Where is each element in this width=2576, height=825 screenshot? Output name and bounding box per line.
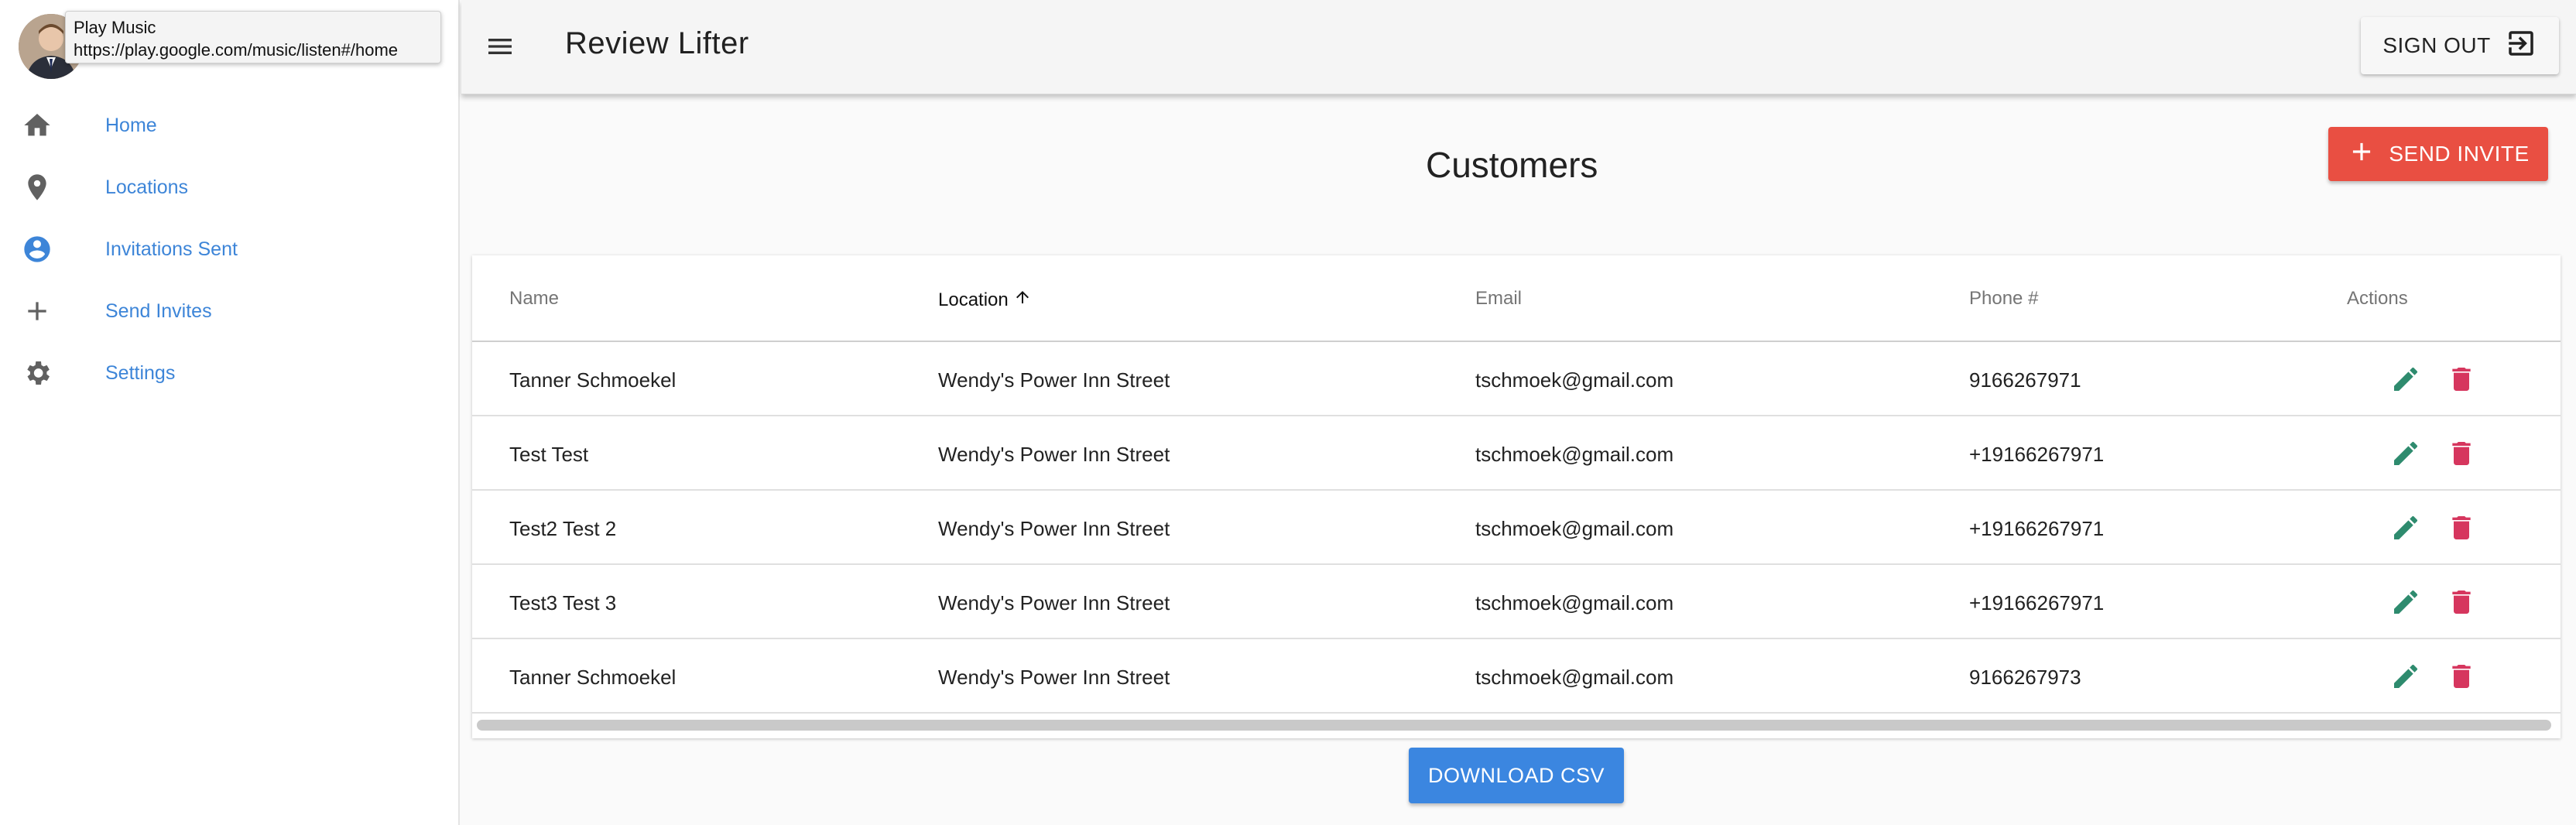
tooltip-url: https://play.google.com/music/listen#/ho… <box>74 40 399 60</box>
cell-phone: +19166267971 <box>1969 517 2105 540</box>
table-row: Tanner Schmoekel Wendy's Power Inn Stree… <box>472 342 2561 416</box>
table-header: Name Location Email Phone # Actions <box>472 255 2561 342</box>
send-invite-label: SEND INVITE <box>2389 142 2530 166</box>
horizontal-scrollbar[interactable] <box>477 720 2551 731</box>
sidebar-item-label: Settings <box>105 361 176 384</box>
arrow-up-icon <box>1013 288 1032 312</box>
customers-table: Name Location Email Phone # Actions Tann… <box>472 255 2561 738</box>
tooltip-title: Play Music <box>74 18 156 37</box>
sidebar-item-invitations-sent[interactable]: Invitations Sent <box>0 218 460 280</box>
sidebar-item-label: Send Invites <box>105 300 212 322</box>
send-invite-button[interactable]: SEND INVITE <box>2328 127 2548 181</box>
delete-icon[interactable] <box>2443 584 2480 621</box>
cell-email: tschmoek@gmail.com <box>1475 443 1674 466</box>
cell-location: Wendy's Power Inn Street <box>938 443 1170 466</box>
browser-tooltip: Play Music https://play.google.com/music… <box>65 11 441 63</box>
sidebar-item-label: Invitations Sent <box>105 238 238 260</box>
cell-email: tschmoek@gmail.com <box>1475 517 1674 540</box>
sidebar-item-label: Locations <box>105 176 189 198</box>
download-csv-button[interactable]: DOWNLOAD CSV <box>1409 748 1624 803</box>
delete-icon[interactable] <box>2443 435 2480 472</box>
app-bar: Review Lifter SIGN OUT <box>461 0 2576 94</box>
sidebar-nav: Home Locations Invitations Sent Send Inv… <box>0 94 460 404</box>
plus-icon <box>2347 137 2376 172</box>
cell-phone: +19166267971 <box>1969 443 2105 466</box>
exit-icon <box>2505 27 2537 65</box>
cell-location: Wendy's Power Inn Street <box>938 368 1170 392</box>
app-title: Review Lifter <box>565 26 749 60</box>
sidebar-item-home[interactable]: Home <box>0 94 460 156</box>
sidebar: Play Music https://play.google.com/music… <box>0 0 460 825</box>
table-row: Test3 Test 3 Wendy's Power Inn Street ts… <box>472 565 2561 639</box>
account-circle-icon <box>19 231 56 268</box>
delete-icon[interactable] <box>2443 658 2480 695</box>
sidebar-item-locations[interactable]: Locations <box>0 156 460 218</box>
sidebar-item-settings[interactable]: Settings <box>0 342 460 404</box>
cell-name: Test Test <box>509 443 589 466</box>
edit-icon[interactable] <box>2387 584 2424 621</box>
cell-name: Tanner Schmoekel <box>509 666 677 689</box>
edit-icon[interactable] <box>2387 509 2424 546</box>
cell-location: Wendy's Power Inn Street <box>938 666 1170 689</box>
cell-phone: +19166267971 <box>1969 591 2105 614</box>
column-header-phone[interactable]: Phone # <box>1969 288 2038 310</box>
cell-email: tschmoek@gmail.com <box>1475 591 1674 614</box>
sidebar-item-label: Home <box>105 114 157 136</box>
column-header-email[interactable]: Email <box>1475 288 1522 310</box>
gear-icon <box>19 354 56 392</box>
edit-icon[interactable] <box>2387 435 2424 472</box>
sign-out-label: SIGN OUT <box>2382 33 2491 57</box>
cell-email: tschmoek@gmail.com <box>1475 666 1674 689</box>
column-header-name[interactable]: Name <box>509 288 559 310</box>
cell-name: Test2 Test 2 <box>509 517 617 540</box>
cell-name: Test3 Test 3 <box>509 591 617 614</box>
column-header-label: Location <box>938 289 1009 310</box>
menu-icon[interactable] <box>481 28 519 65</box>
table-row: Test Test Wendy's Power Inn Street tschm… <box>472 416 2561 491</box>
cell-name: Tanner Schmoekel <box>509 368 677 392</box>
cell-phone: 9166267971 <box>1969 368 2081 392</box>
location-pin-icon <box>19 169 56 206</box>
cell-location: Wendy's Power Inn Street <box>938 591 1170 614</box>
cell-location: Wendy's Power Inn Street <box>938 517 1170 540</box>
cell-phone: 9166267973 <box>1969 666 2081 689</box>
column-header-location[interactable]: Location <box>938 288 1032 312</box>
plus-icon <box>19 293 56 330</box>
delete-icon[interactable] <box>2443 509 2480 546</box>
home-icon <box>19 107 56 144</box>
column-header-actions: Actions <box>2347 288 2408 309</box>
edit-icon[interactable] <box>2387 361 2424 398</box>
cell-email: tschmoek@gmail.com <box>1475 368 1674 392</box>
edit-icon[interactable] <box>2387 658 2424 695</box>
table-row: Test2 Test 2 Wendy's Power Inn Street ts… <box>472 491 2561 565</box>
table-row: Tanner Schmoekel Wendy's Power Inn Stree… <box>472 639 2561 714</box>
delete-icon[interactable] <box>2443 361 2480 398</box>
sidebar-item-send-invites[interactable]: Send Invites <box>0 280 460 342</box>
page-title: Customers <box>1426 145 1598 185</box>
sign-out-button[interactable]: SIGN OUT <box>2361 17 2559 74</box>
